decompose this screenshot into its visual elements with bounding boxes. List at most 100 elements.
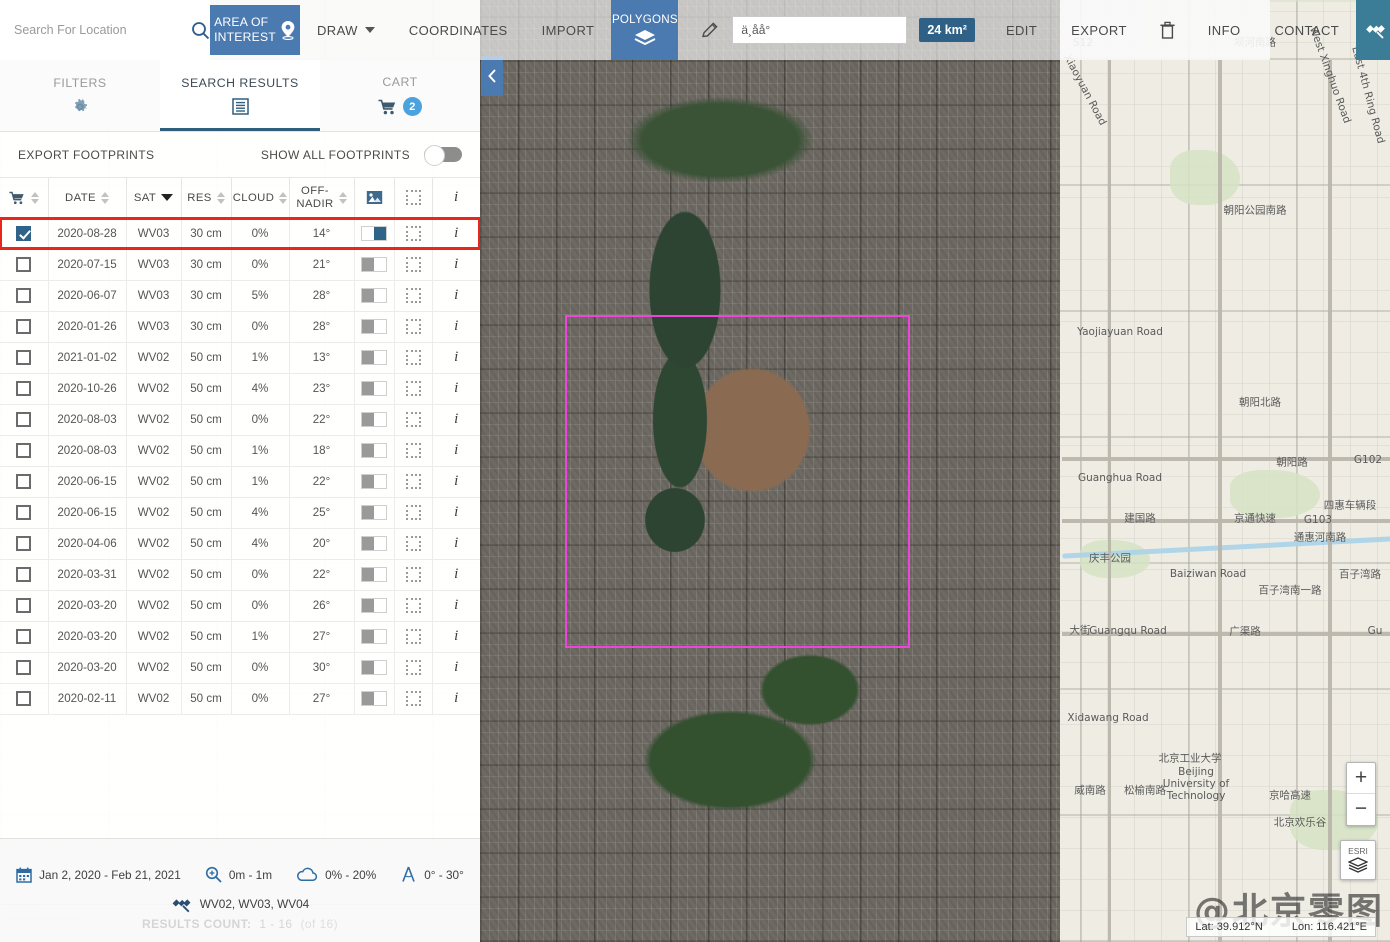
row-footprint-icon[interactable] xyxy=(406,691,421,706)
row-footprint-cell[interactable] xyxy=(394,342,432,373)
row-checkbox[interactable] xyxy=(16,629,31,644)
row-cart-cell[interactable] xyxy=(0,466,48,497)
row-footprint-cell[interactable] xyxy=(394,652,432,683)
row-thumbnail-toggle[interactable] xyxy=(361,474,387,489)
row-footprint-cell[interactable] xyxy=(394,373,432,404)
sort-cloud[interactable] xyxy=(279,192,287,204)
row-footprint-icon[interactable] xyxy=(406,226,421,241)
row-thumbnail-toggle-cell[interactable] xyxy=(354,621,394,652)
row-cart-cell[interactable] xyxy=(0,342,48,373)
row-checkbox[interactable] xyxy=(16,691,31,706)
col-cart[interactable] xyxy=(0,178,48,218)
search-box[interactable] xyxy=(8,13,219,47)
row-checkbox[interactable] xyxy=(16,443,31,458)
row-footprint-icon[interactable] xyxy=(406,567,421,582)
row-footprint-icon[interactable] xyxy=(406,412,421,427)
row-info-cell[interactable]: i xyxy=(432,373,480,404)
table-row[interactable]: 2020-06-07 WV03 30 cm 5% 28° i xyxy=(0,280,480,311)
row-footprint-icon[interactable] xyxy=(406,381,421,396)
row-footprint-cell[interactable] xyxy=(394,528,432,559)
row-thumbnail-toggle-cell[interactable] xyxy=(354,590,394,621)
row-footprint-cell[interactable] xyxy=(394,435,432,466)
row-footprint-cell[interactable] xyxy=(394,497,432,528)
row-info-cell[interactable]: i xyxy=(432,590,480,621)
row-info-cell[interactable]: i xyxy=(432,218,480,249)
area-of-interest-button[interactable]: AREA OF INTEREST xyxy=(210,5,300,55)
row-footprint-cell[interactable] xyxy=(394,559,432,590)
row-info-icon[interactable]: i xyxy=(454,659,458,675)
row-info-cell[interactable]: i xyxy=(432,342,480,373)
row-checkbox[interactable] xyxy=(16,381,31,396)
row-info-icon[interactable]: i xyxy=(454,473,458,489)
row-footprint-cell[interactable] xyxy=(394,311,432,342)
row-thumbnail-toggle[interactable] xyxy=(361,443,387,458)
table-row[interactable]: 2020-10-26 WV02 50 cm 4% 23° i xyxy=(0,373,480,404)
export-button[interactable]: EXPORT xyxy=(1054,0,1144,60)
row-info-icon[interactable]: i xyxy=(454,318,458,334)
table-row[interactable]: 2020-03-20 WV02 50 cm 0% 26° i xyxy=(0,590,480,621)
table-row[interactable]: 2020-02-11 WV02 50 cm 0% 27° i xyxy=(0,683,480,714)
sort-cart[interactable] xyxy=(31,192,39,204)
row-thumbnail-toggle-cell[interactable] xyxy=(354,528,394,559)
col-sat[interactable]: SAT xyxy=(126,178,181,218)
row-info-cell[interactable]: i xyxy=(432,528,480,559)
row-footprint-cell[interactable] xyxy=(394,280,432,311)
import-button[interactable]: IMPORT xyxy=(525,0,612,60)
row-thumbnail-toggle[interactable] xyxy=(361,226,387,241)
row-thumbnail-toggle-cell[interactable] xyxy=(354,435,394,466)
tab-filters[interactable]: FILTERS xyxy=(0,60,160,131)
table-row[interactable]: 2020-08-28 WV03 30 cm 0% 14° i xyxy=(0,218,480,249)
zoom-out-button[interactable]: − xyxy=(1347,794,1375,825)
contact-button[interactable]: CONTACT xyxy=(1257,0,1356,60)
row-thumbnail-toggle[interactable] xyxy=(361,629,387,644)
filter-satellites[interactable]: WV02, WV03, WV04 xyxy=(171,893,309,915)
row-cart-cell[interactable] xyxy=(0,311,48,342)
row-checkbox[interactable] xyxy=(16,319,31,334)
row-thumbnail-toggle[interactable] xyxy=(361,691,387,706)
filter-cloud[interactable]: 0% - 20% xyxy=(296,867,376,882)
brand-logo-button[interactable]: LAND INFO SAT xyxy=(1356,0,1390,60)
pencil-icon[interactable] xyxy=(700,20,720,40)
table-row[interactable]: 2020-08-03 WV02 50 cm 0% 22° i xyxy=(0,404,480,435)
row-checkbox[interactable] xyxy=(16,412,31,427)
table-row[interactable]: 2020-07-15 WV03 30 cm 0% 21° i xyxy=(0,249,480,280)
row-thumbnail-toggle-cell[interactable] xyxy=(354,652,394,683)
row-checkbox[interactable] xyxy=(16,288,31,303)
row-thumbnail-toggle[interactable] xyxy=(361,412,387,427)
row-thumbnail-toggle[interactable] xyxy=(361,505,387,520)
filter-resolution[interactable]: 0m - 1m xyxy=(205,866,272,883)
filter-date[interactable]: Jan 2, 2020 - Feb 21, 2021 xyxy=(16,867,181,883)
row-cart-cell[interactable] xyxy=(0,559,48,590)
row-thumbnail-toggle-cell[interactable] xyxy=(354,466,394,497)
row-footprint-cell[interactable] xyxy=(394,590,432,621)
col-offnadir[interactable]: OFF- NADIR xyxy=(289,178,354,218)
row-thumbnail-toggle[interactable] xyxy=(361,598,387,613)
row-cart-cell[interactable] xyxy=(0,683,48,714)
col-date[interactable]: DATE xyxy=(48,178,126,218)
row-footprint-icon[interactable] xyxy=(406,288,421,303)
table-row[interactable]: 2020-04-06 WV02 50 cm 4% 20° i xyxy=(0,528,480,559)
row-info-icon[interactable]: i xyxy=(454,380,458,396)
info-button[interactable]: INFO xyxy=(1191,0,1258,60)
sort-res[interactable] xyxy=(217,192,225,204)
row-checkbox[interactable] xyxy=(16,226,31,241)
row-info-cell[interactable]: i xyxy=(432,249,480,280)
table-row[interactable]: 2020-03-20 WV02 50 cm 0% 30° i xyxy=(0,652,480,683)
row-checkbox[interactable] xyxy=(16,660,31,675)
row-info-cell[interactable]: i xyxy=(432,466,480,497)
row-thumbnail-toggle[interactable] xyxy=(361,567,387,582)
row-thumbnail-toggle[interactable] xyxy=(361,350,387,365)
coordinates-button[interactable]: COORDINATES xyxy=(392,0,525,60)
row-checkbox[interactable] xyxy=(16,598,31,613)
row-checkbox[interactable] xyxy=(16,505,31,520)
row-info-icon[interactable]: i xyxy=(454,690,458,706)
row-footprint-cell[interactable] xyxy=(394,683,432,714)
row-cart-cell[interactable] xyxy=(0,280,48,311)
basemap-switcher-button[interactable]: ESRI xyxy=(1340,840,1376,880)
row-cart-cell[interactable] xyxy=(0,652,48,683)
row-cart-cell[interactable] xyxy=(0,404,48,435)
sidebar-collapse-button[interactable] xyxy=(481,56,503,96)
row-cart-cell[interactable] xyxy=(0,218,48,249)
row-info-icon[interactable]: i xyxy=(454,349,458,365)
col-footprint[interactable] xyxy=(394,178,432,218)
